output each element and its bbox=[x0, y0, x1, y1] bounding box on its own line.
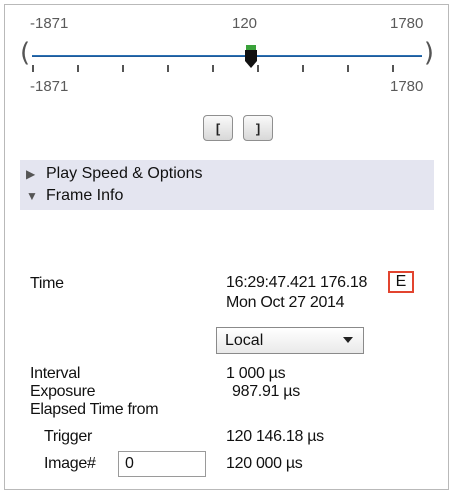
time-value: 16:29:47.421 176.18 bbox=[226, 274, 368, 291]
image-number-input[interactable]: 0 bbox=[118, 451, 206, 477]
slider-min-label-top: -1871 bbox=[30, 15, 69, 32]
set-end-button[interactable]: ] bbox=[243, 115, 273, 141]
timezone-select[interactable]: Local bbox=[216, 327, 364, 354]
time-label: Time bbox=[30, 275, 64, 292]
slider-max-label-top: 1780 bbox=[390, 15, 424, 32]
section-play-speed-label: Play Speed & Options bbox=[46, 165, 203, 182]
slider-tick bbox=[212, 65, 214, 72]
slider-tick bbox=[122, 65, 124, 72]
section-frame-info-label: Frame Info bbox=[46, 187, 124, 204]
slider-tick bbox=[167, 65, 169, 72]
slider-right-bracket: ) bbox=[423, 38, 434, 68]
slider-max-label-bottom: 1780 bbox=[390, 78, 424, 95]
slider-min-label-bottom: -1871 bbox=[30, 78, 69, 95]
expand-triangle-icon: ▶ bbox=[26, 167, 36, 181]
slider-tick bbox=[77, 65, 79, 72]
slider-track[interactable] bbox=[32, 55, 422, 57]
slider-thumb-icon[interactable] bbox=[243, 45, 259, 69]
trigger-label: Trigger bbox=[44, 428, 92, 445]
slider-tick bbox=[32, 65, 34, 72]
slider-tick bbox=[302, 65, 304, 72]
dropdown-arrow-icon bbox=[343, 337, 353, 343]
interval-label: Interval bbox=[30, 365, 81, 382]
image-number-input-value: 0 bbox=[125, 455, 134, 472]
interval-value: 1 000 µs bbox=[226, 365, 286, 382]
slider-tick bbox=[392, 65, 394, 72]
slider-tick bbox=[347, 65, 349, 72]
section-play-speed[interactable]: ▶ Play Speed & Options bbox=[26, 165, 203, 183]
elapsed-time-label: Elapsed Time from bbox=[30, 401, 159, 418]
time-suffix-highlight: E bbox=[388, 271, 414, 293]
trigger-value: 120 146.18 µs bbox=[226, 428, 324, 445]
image-number-label: Image# bbox=[44, 455, 96, 472]
frame-slider[interactable]: ( ) bbox=[20, 38, 434, 72]
sections-panel: ▶ Play Speed & Options ▼ Frame Info bbox=[20, 160, 434, 210]
slider-left-bracket: ( bbox=[20, 38, 31, 68]
timezone-selected-value: Local bbox=[225, 331, 264, 349]
slider-value-label: 120 bbox=[232, 15, 258, 32]
exposure-value: 987.91 µs bbox=[232, 383, 300, 400]
section-frame-info[interactable]: ▼ Frame Info bbox=[26, 187, 123, 205]
date-value: Mon Oct 27 2014 bbox=[226, 294, 345, 311]
time-suffix: E bbox=[395, 273, 407, 290]
exposure-label: Exposure bbox=[30, 383, 96, 400]
image-value: 120 000 µs bbox=[226, 455, 303, 472]
set-start-button[interactable]: [ bbox=[203, 115, 233, 141]
collapse-triangle-icon: ▼ bbox=[26, 189, 38, 203]
